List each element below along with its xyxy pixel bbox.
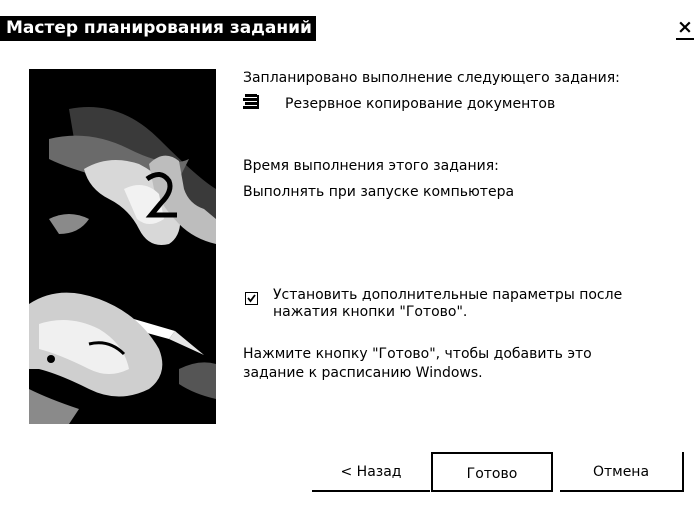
wizard-illustration [29,69,216,424]
task-name: Резервное копирование документов [285,96,556,112]
finish-button[interactable]: Готово [431,452,553,492]
close-icon[interactable]: × [676,16,694,40]
instruction-line2: задание к расписанию Windows. [243,365,483,381]
title-bar: Мастер планирования заданий × [0,0,697,58]
advanced-options-label-line1: Установить дополнительные параметры посл… [273,287,623,303]
cancel-button[interactable]: Отмена [560,452,684,492]
advanced-options-checkbox[interactable] [245,292,258,305]
window-title: Мастер планирования заданий [0,16,316,41]
task-list-icon [243,94,261,111]
advanced-options-label-line2: нажатия кнопки "Готово". [273,304,468,320]
instruction-line1: Нажмите кнопку "Готово", чтобы добавить … [243,346,592,362]
run-time-label: Время выполнения этого задания: [243,158,499,174]
back-button[interactable]: < Назад [312,452,430,492]
run-time-value: Выполнять при запуске компьютера [243,184,515,200]
scheduled-task-label: Запланировано выполнение следующего зада… [243,70,620,86]
checkmark-icon [247,294,256,303]
advanced-options-label[interactable]: Установить дополнительные параметры посл… [273,287,622,321]
